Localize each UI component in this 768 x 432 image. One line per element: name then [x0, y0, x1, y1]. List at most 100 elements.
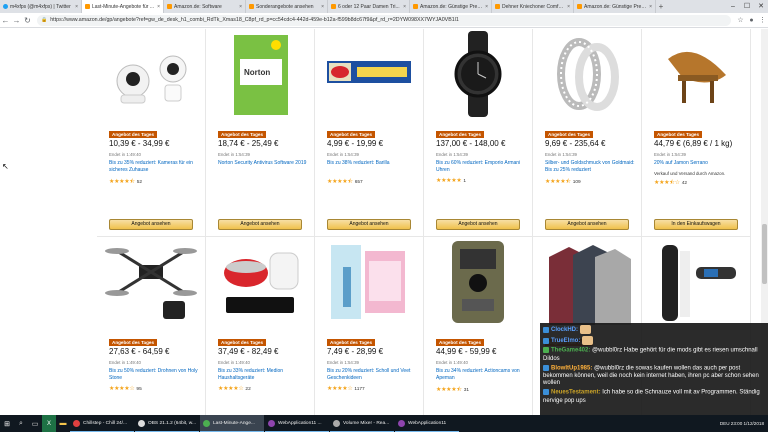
product-image[interactable]	[539, 237, 635, 327]
product-image[interactable]: Norton	[212, 29, 308, 119]
tab-1[interactable]: Last-Minute-Angebote für ... ×	[82, 0, 164, 13]
taskbar-app[interactable]: OBS 21.1.2 (64bit, w...	[135, 415, 199, 432]
forward-icon[interactable]: →	[11, 16, 22, 25]
task-view-icon[interactable]: ▭	[28, 415, 42, 432]
tab-close-icon[interactable]: ×	[239, 4, 242, 10]
minimize-icon[interactable]: –	[726, 0, 740, 13]
deal-card[interactable]: Angebot des Tages 7,49 € - 28,99 € Endet i…	[315, 237, 424, 415]
view-deal-button[interactable]: Angebot ansehen	[327, 219, 411, 230]
deal-title-link[interactable]: Bis zu 35% reduziert: Kameras für ein si…	[109, 160, 201, 173]
deal-title-link[interactable]: Bis zu 50% reduziert: Drohnen von Holy S…	[109, 368, 201, 381]
tab-label: Amazon.de: Software	[174, 3, 222, 10]
tab-close-icon[interactable]: ×	[649, 4, 652, 10]
deal-title-link[interactable]: Norton Security Antivirus Software 2019	[218, 160, 310, 167]
add-to-cart-button[interactable]: In den Einkaufswagen	[654, 219, 738, 230]
product-image[interactable]	[430, 29, 526, 119]
maximize-icon[interactable]: ☐	[740, 0, 754, 13]
deal-title-link[interactable]: Bis zu 34% reduziert: Actioncams von Ape…	[436, 368, 528, 381]
deal-card[interactable]: Angebot des Tages 10,39 € - 34,99 € Endet …	[97, 29, 206, 236]
star-rating[interactable]: ★★★★☆ 1177	[327, 385, 365, 392]
product-image[interactable]	[539, 29, 635, 119]
address-bar-row: ← → ↻ 🔒 https://www.amazon.de/gp/angebote…	[0, 13, 768, 28]
deal-card[interactable]: Angebot des Tages 9,69 € - 235,64 € Endet …	[533, 29, 642, 236]
star-rating[interactable]: ★★★⯪☆ 42	[654, 178, 687, 188]
tab-7[interactable]: Amazon.de: Günstige Preis... ×	[574, 0, 656, 13]
star-rating[interactable]: ★★★★☆ 95	[109, 385, 142, 392]
view-deal-button[interactable]: Angebot ansehen	[436, 219, 520, 230]
product-image[interactable]	[648, 29, 744, 119]
taskbar-app[interactable]: Volume Mixer - Rea...	[330, 415, 394, 432]
view-deal-button[interactable]: Angebot ansehen	[545, 219, 629, 230]
account-icon[interactable]: ●	[746, 17, 757, 24]
svg-text:Norton: Norton	[244, 68, 270, 77]
taskbar-app[interactable]: Last-Minute-Ange...	[200, 415, 264, 432]
deal-card[interactable]: Angebot des Tages 44,99 € - 59,99 € Endet …	[424, 237, 533, 415]
view-deal-button[interactable]: Angebot ansehen	[109, 219, 193, 230]
deal-timer: Endet in 1:54:39	[436, 152, 468, 157]
deal-title-link[interactable]: Bis zu 33% reduziert: Medion Haushaltsge…	[218, 368, 310, 381]
deal-card[interactable]: Angebot des Tages 137,00 € - 148,00 € Ende…	[424, 29, 533, 236]
windows-start-icon[interactable]: ⊞	[0, 415, 14, 432]
view-deal-button[interactable]: Angebot ansehen	[218, 219, 302, 230]
product-image[interactable]	[103, 237, 199, 327]
star-icon[interactable]: ☆	[735, 16, 746, 24]
excel-icon[interactable]: X	[42, 415, 56, 432]
tab-4[interactable]: 6 oder 12 Paar Damen Tri... ×	[328, 0, 410, 13]
menu-icon[interactable]: ⋮	[757, 16, 768, 24]
tab-0[interactable]: m4xfps (@m4xfps) | Twitter ×	[0, 0, 82, 13]
app-icon	[203, 419, 210, 427]
deal-card[interactable]: Angebot des Tages 4,99 € - 19,99 € Endet i…	[315, 29, 424, 236]
close-icon[interactable]: ✕	[754, 0, 768, 13]
taskbar-app[interactable]: WebApplication11	[395, 415, 459, 432]
deal-title-link[interactable]: Bis zu 20% reduziert: Scholl und Veet Ge…	[327, 368, 419, 381]
star-rating[interactable]: ★★★★⯪ 52	[109, 177, 142, 187]
tab-close-icon[interactable]: ×	[321, 4, 324, 10]
tab-close-icon[interactable]: ×	[75, 4, 78, 10]
back-icon[interactable]: ←	[0, 16, 11, 25]
deal-title-link[interactable]: Bis zu 60% reduziert: Emporio Armani Uhr…	[436, 160, 528, 173]
new-tab-icon[interactable]: +	[656, 0, 666, 13]
tab-close-icon[interactable]: ×	[485, 4, 488, 10]
deal-timer: Endet in 1:54:39	[545, 152, 577, 157]
deal-card[interactable]: Angebot des Tages 37,49 € - 82,49 € Endet …	[206, 237, 315, 415]
amazon-favicon-icon	[413, 4, 418, 9]
tab-close-icon[interactable]: ×	[403, 4, 406, 10]
star-rating[interactable]: ★★★★⯪ 657	[327, 177, 363, 187]
deal-timer: Endet in 1:54:39	[654, 152, 686, 157]
star-rating[interactable]: ★★★★★ 1	[436, 177, 466, 184]
product-image[interactable]	[321, 29, 417, 119]
product-image[interactable]	[103, 29, 199, 119]
tab-6[interactable]: Dehner Kniechoner Comfo... ×	[492, 0, 574, 13]
chat-username: TrueElmo:	[551, 338, 581, 345]
deal-timer: Endet in 1:54:39	[327, 360, 359, 365]
deal-title-link[interactable]: Bis zu 38% reduziert: Barilla	[327, 160, 419, 167]
star-rating[interactable]: ★★★★⯪ 31	[436, 385, 469, 395]
tab-2[interactable]: Amazon.de: Software ×	[164, 0, 246, 13]
deal-price: 7,49 € - 28,99 €	[327, 347, 384, 356]
deal-title-link[interactable]: Silber- und Goldschmuck von Goldmaid: Bi…	[545, 160, 637, 173]
product-image[interactable]	[430, 237, 526, 327]
deal-price: 10,39 € - 34,99 €	[109, 139, 170, 148]
tab-close-icon[interactable]: ×	[567, 4, 570, 10]
tab-close-icon[interactable]: ×	[157, 4, 160, 10]
deal-card[interactable]: Norton Angebot des Tages 18,74 € - 25,49 €…	[206, 29, 315, 236]
star-rating[interactable]: ★★★★☆ 22	[218, 385, 251, 392]
star-rating[interactable]: ★★★★⯪ 109	[545, 177, 581, 187]
reload-icon[interactable]: ↻	[22, 16, 33, 25]
tab-strip: m4xfps (@m4xfps) | Twitter × Last-Minute-A…	[0, 0, 768, 13]
row-divider	[97, 236, 751, 237]
search-icon[interactable]: ⌕	[14, 415, 28, 432]
scrollbar-thumb[interactable]	[762, 224, 767, 284]
product-image[interactable]	[212, 237, 308, 327]
url-input[interactable]: 🔒 https://www.amazon.de/gp/angebote?ref=g…	[37, 14, 731, 26]
taskbar-app[interactable]: Chillstep - Chill 24/...	[70, 415, 134, 432]
deal-card[interactable]: Angebot des Tages 27,63 € - 64,59 € Endet …	[97, 237, 206, 415]
file-explorer-icon[interactable]: ▬	[56, 415, 70, 432]
deal-card[interactable]: Angebot des Tages 44,79 € (6,89 € / 1 kg)…	[642, 29, 751, 236]
tab-5[interactable]: Amazon.de: Günstige Preis... ×	[410, 0, 492, 13]
tab-3[interactable]: Sonderangebote ansehen ×	[246, 0, 328, 13]
taskbar-app[interactable]: WebApplication11 ...	[265, 415, 329, 432]
product-image[interactable]	[321, 237, 417, 327]
product-image[interactable]	[648, 237, 744, 327]
deal-title-link[interactable]: 20% auf Jamon Serrano	[654, 160, 746, 167]
